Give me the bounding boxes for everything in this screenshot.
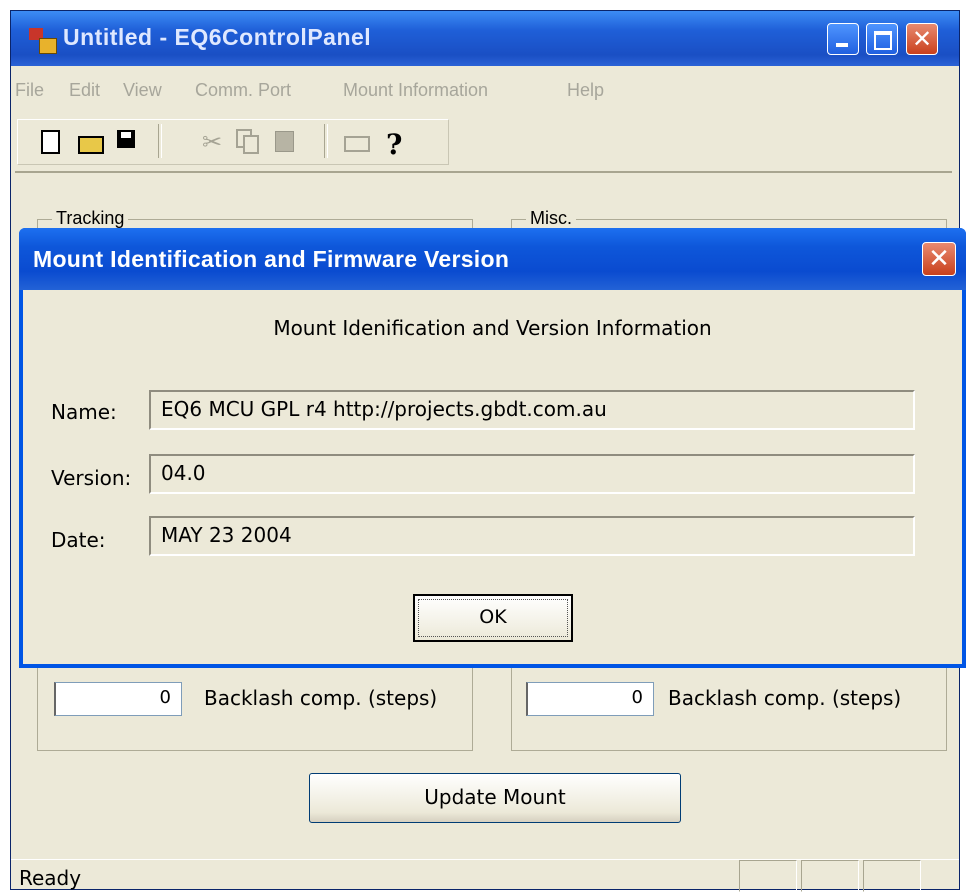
menu-bar: File Edit View Comm. Port Mount Informat… — [11, 73, 959, 109]
minimize-button[interactable] — [827, 23, 859, 55]
dialog-title-bar[interactable]: Mount Identification and Firmware Versio… — [19, 228, 966, 290]
status-pane — [801, 860, 859, 892]
new-file-icon[interactable] — [38, 128, 62, 154]
title-bar[interactable]: Untitled - EQ6ControlPanel ✕ — [11, 11, 959, 66]
misc-backlash-input[interactable]: 0 — [526, 682, 654, 716]
cut-icon[interactable]: ✂ — [202, 128, 226, 156]
misc-group-label: Misc. — [526, 208, 576, 229]
paste-icon[interactable] — [274, 128, 298, 154]
window-title: Untitled - EQ6ControlPanel — [63, 24, 372, 50]
minimize-icon — [836, 43, 848, 47]
tracking-group-label: Tracking — [52, 208, 129, 229]
help-icon[interactable]: ? — [386, 128, 410, 161]
tracking-backlash-label: Backlash comp. (steps) — [204, 686, 438, 710]
save-icon[interactable] — [116, 128, 140, 154]
toolbar-separator — [324, 124, 328, 158]
version-field: 04.0 — [149, 454, 915, 494]
maximize-icon — [874, 31, 892, 50]
name-field: EQ6 MCU GPL r4 http://projects.gbdt.com.… — [149, 390, 915, 430]
print-icon[interactable] — [344, 128, 370, 154]
update-mount-button[interactable]: Update Mount — [309, 773, 681, 823]
status-bar: Ready — [11, 859, 959, 892]
name-label: Name: — [51, 400, 117, 424]
ok-button[interactable]: OK — [413, 594, 573, 642]
menu-view[interactable]: View — [123, 80, 162, 101]
open-folder-icon[interactable] — [78, 128, 104, 154]
version-label: Version: — [51, 466, 132, 490]
menu-comm-port[interactable]: Comm. Port — [195, 80, 291, 101]
toolbar-separator — [158, 124, 162, 158]
close-icon: ✕ — [928, 244, 950, 274]
status-pane — [863, 860, 921, 892]
close-icon: ✕ — [911, 25, 933, 53]
copy-icon[interactable] — [236, 128, 260, 154]
misc-backlash-label: Backlash comp. (steps) — [668, 686, 902, 710]
app-icon — [29, 28, 57, 54]
tracking-backlash-input[interactable]: 0 — [54, 682, 182, 716]
date-field: MAY 23 2004 — [149, 516, 915, 556]
status-text: Ready — [19, 866, 82, 890]
menu-edit[interactable]: Edit — [69, 80, 100, 101]
date-label: Date: — [51, 528, 106, 552]
status-pane — [739, 860, 797, 892]
toolbar: ✂ ? — [17, 119, 449, 165]
dialog-close-button[interactable]: ✕ — [922, 242, 956, 276]
dialog-heading: Mount Idenification and Version Informat… — [273, 316, 712, 340]
mount-info-dialog: Mount Identification and Firmware Versio… — [19, 228, 966, 668]
close-button[interactable]: ✕ — [906, 23, 938, 55]
menu-mount-information[interactable]: Mount Information — [343, 80, 488, 101]
maximize-button[interactable] — [866, 23, 898, 55]
menu-file[interactable]: File — [15, 80, 44, 101]
dialog-title: Mount Identification and Firmware Versio… — [33, 246, 510, 272]
menu-help[interactable]: Help — [567, 80, 604, 101]
